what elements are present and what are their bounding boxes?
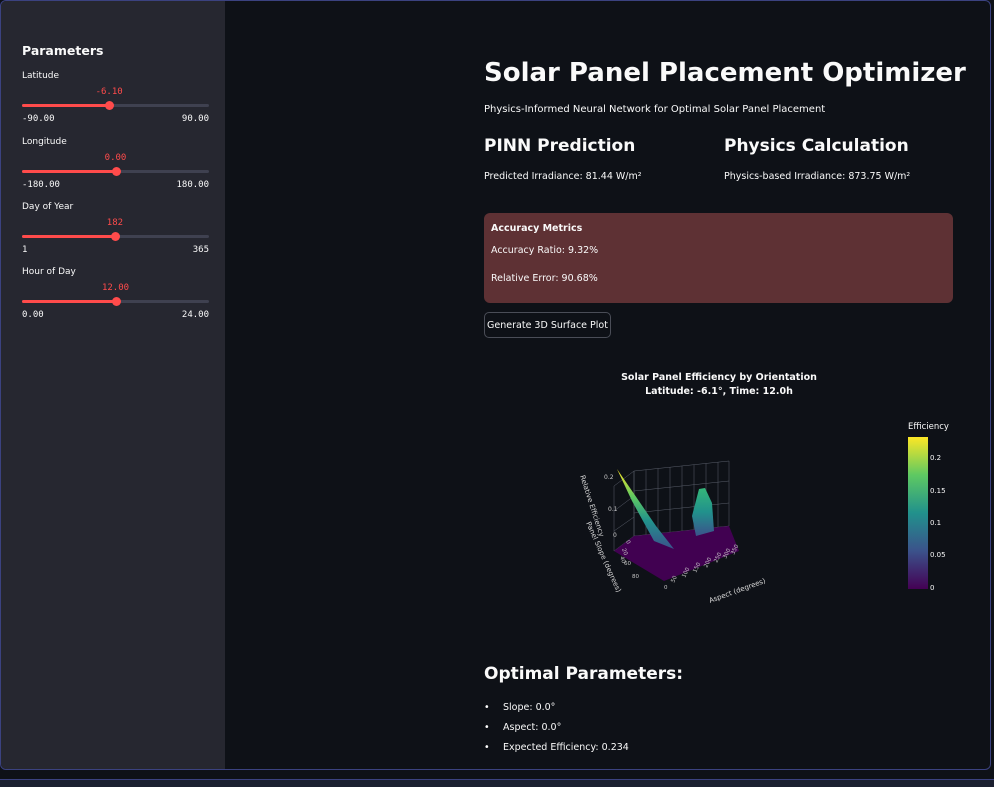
slider-min: 0.00	[22, 310, 44, 320]
z-tick: 0	[613, 532, 617, 539]
day-of-year-slider[interactable]: Day of Year 182 1 365	[22, 202, 209, 262]
slider-fill	[22, 170, 116, 173]
colorbar-tick: 0.05	[930, 551, 946, 559]
colorbar-title: Efficiency	[908, 422, 949, 432]
sidebar: Parameters Latitude -6.10 -90.00 90.00 L…	[1, 1, 225, 769]
slider-min: -90.00	[22, 114, 55, 124]
slider-max: 90.00	[181, 114, 209, 124]
slider-fill	[22, 235, 115, 238]
optimal-parameters-list: Slope: 0.0° Aspect: 0.0° Expected Effici…	[484, 699, 629, 759]
peak-surface-secondary	[692, 488, 714, 536]
slider-label: Hour of Day	[22, 267, 76, 277]
slider-track[interactable]	[22, 232, 209, 241]
slider-value: 0.00	[104, 153, 127, 163]
optimal-parameters-heading: Optimal Parameters:	[484, 664, 684, 684]
slider-label: Latitude	[22, 71, 60, 81]
slider-fill	[22, 104, 110, 107]
slider-track[interactable]	[22, 101, 209, 110]
slider-max: 180.00	[176, 180, 209, 190]
list-item: Aspect: 0.0°	[484, 719, 629, 739]
physics-heading: Physics Calculation	[724, 136, 909, 156]
surface-plot[interactable]: 0.2 0.1 0 0 20 40 60 80 0 50 100 150 200…	[574, 441, 784, 606]
list-item: Expected Efficiency: 0.234	[484, 739, 629, 759]
sidebar-title: Parameters	[22, 43, 104, 58]
z-tick: 0.1	[608, 506, 618, 513]
slider-thumb[interactable]	[110, 232, 120, 241]
app-frame: Parameters Latitude -6.10 -90.00 90.00 L…	[0, 0, 991, 770]
slider-min: 1	[22, 245, 28, 255]
slider-thumb[interactable]	[111, 297, 121, 306]
list-item: Slope: 0.0°	[484, 699, 629, 719]
slider-label: Day of Year	[22, 202, 74, 212]
relative-error: Relative Error: 90.68%	[491, 273, 598, 284]
colorbar-tick: 0.1	[930, 519, 942, 527]
colorbar-tick: 0.15	[930, 487, 946, 495]
slope-tick: 80	[632, 574, 639, 580]
slider-thumb[interactable]	[111, 167, 121, 176]
colorbar	[908, 437, 928, 589]
chart-title: Solar Panel Efficiency by Orientation	[621, 372, 817, 383]
z-ticks: 0.2 0.1 0	[604, 474, 618, 539]
slider-max: 24.00	[181, 310, 209, 320]
slider-min: -180.00	[22, 180, 60, 190]
hour-of-day-slider[interactable]: Hour of Day 12.00 0.00 24.00	[22, 267, 209, 327]
slider-fill	[22, 300, 116, 303]
accuracy-ratio: Accuracy Ratio: 9.32%	[491, 245, 599, 256]
colorbar-tick: 0.2	[930, 454, 942, 462]
chart-subtitle: Latitude: -6.1°, Time: 12.0h	[645, 386, 793, 397]
colorbar-tick: 0	[930, 584, 935, 592]
slider-track[interactable]	[22, 297, 209, 306]
accuracy-metrics-box: Accuracy Metrics Accuracy Ratio: 9.32% R…	[484, 213, 953, 303]
slider-thumb[interactable]	[105, 101, 115, 110]
slider-value: 12.00	[101, 283, 130, 293]
slider-track[interactable]	[22, 167, 209, 176]
metrics-title: Accuracy Metrics	[491, 223, 583, 234]
pinn-heading: PINN Prediction	[484, 136, 636, 156]
slope-tick: 60	[624, 561, 631, 567]
z-tick: 0.2	[604, 474, 614, 481]
pinn-irradiance: Predicted Irradiance: 81.44 W/m²	[484, 171, 642, 182]
longitude-slider[interactable]: Longitude 0.00 -180.00 180.00	[22, 137, 209, 197]
aspect-axis-label: Aspect (degrees)	[708, 577, 767, 605]
aspect-tick: 0	[664, 585, 668, 591]
page-title: Solar Panel Placement Optimizer	[484, 58, 966, 88]
slider-label: Longitude	[22, 137, 67, 147]
latitude-slider[interactable]: Latitude -6.10 -90.00 90.00	[22, 71, 209, 131]
slider-value: 182	[106, 218, 124, 228]
slider-value: -6.10	[95, 87, 123, 97]
generate-surface-plot-button[interactable]: Generate 3D Surface Plot	[484, 312, 611, 338]
slider-max: 365	[192, 245, 209, 255]
physics-irradiance: Physics-based Irradiance: 873.75 W/m²	[724, 171, 911, 182]
page-subtitle: Physics-Informed Neural Network for Opti…	[484, 104, 826, 115]
